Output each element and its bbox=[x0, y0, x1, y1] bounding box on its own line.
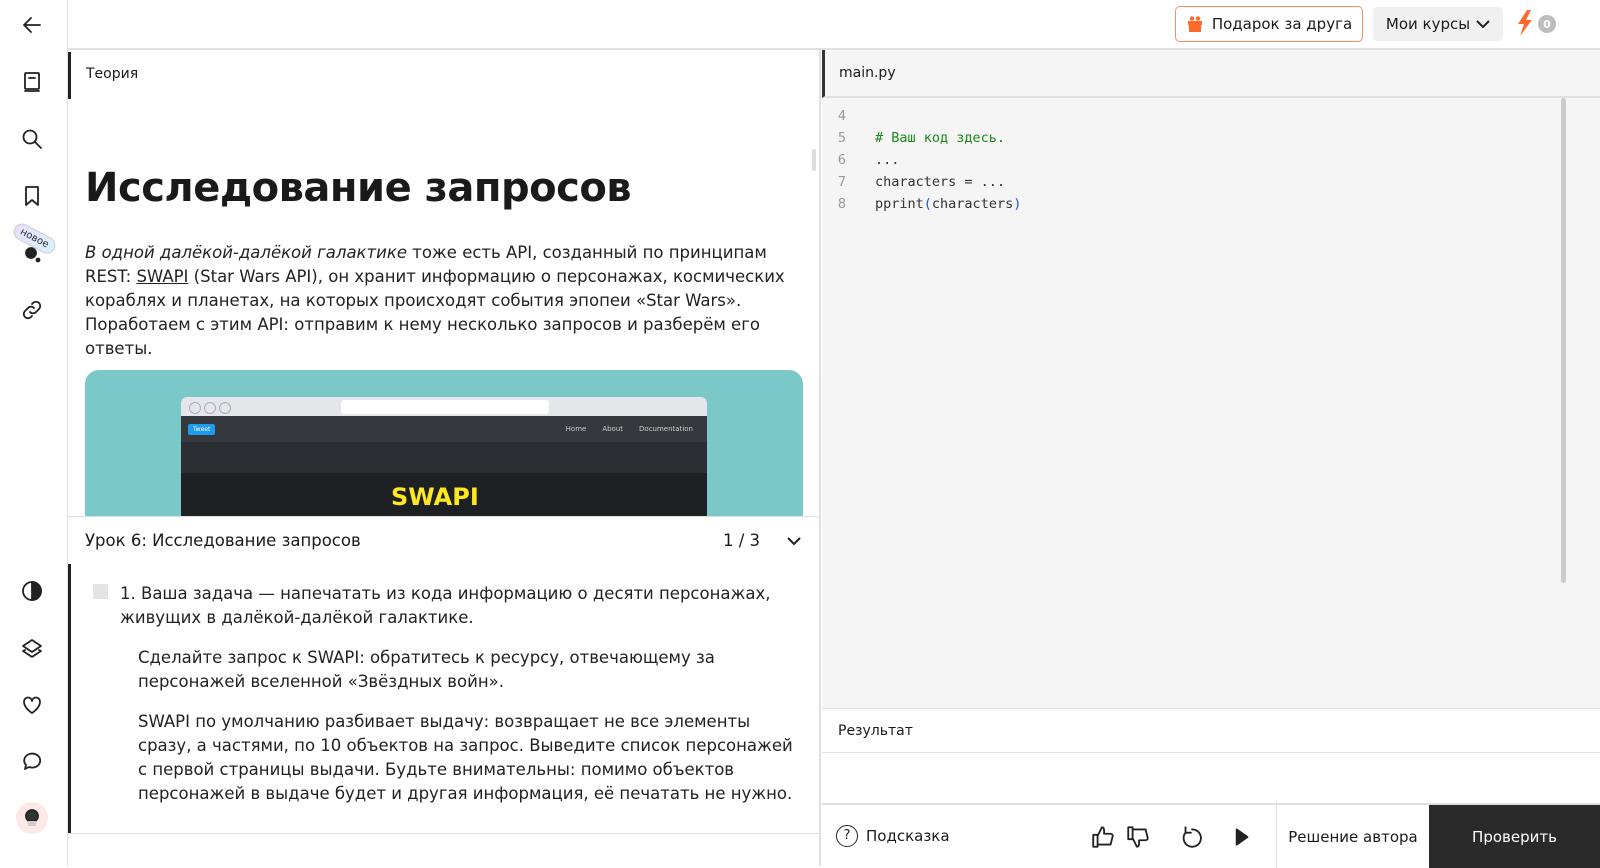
task-item: 1. Ваша задача — напечатать из кода инфо… bbox=[120, 582, 794, 630]
code-line: 6... bbox=[822, 149, 900, 171]
tab-theory[interactable]: Теория bbox=[68, 52, 821, 99]
mock-nav-docs: Documentation bbox=[639, 425, 693, 433]
code-line: 4 bbox=[822, 105, 875, 127]
line-number: 8 bbox=[837, 196, 846, 212]
page-title: Исследование запросов bbox=[85, 165, 632, 211]
code-editor[interactable]: 4 5 # Ваш код здесь. 6... 7 characters = .… bbox=[822, 98, 1600, 708]
gift-for-friend-button[interactable]: Подарок за друга bbox=[1175, 6, 1363, 42]
chat-icon[interactable] bbox=[18, 747, 46, 775]
swapi-link[interactable]: SWAPI bbox=[136, 267, 188, 286]
thumbs-up-icon[interactable] bbox=[1090, 824, 1116, 854]
check-button[interactable]: Проверить bbox=[1429, 805, 1600, 868]
avatar[interactable] bbox=[16, 802, 48, 834]
mock-nav-about: About bbox=[602, 425, 624, 433]
gift-icon bbox=[1187, 16, 1202, 32]
task-description: 1. Ваша задача — напечатать из кода инфо… bbox=[68, 564, 819, 834]
chevron-down-icon[interactable] bbox=[786, 536, 802, 546]
layers-icon[interactable] bbox=[18, 634, 46, 662]
line-number: 4 bbox=[837, 108, 846, 124]
reset-icon[interactable] bbox=[1179, 824, 1205, 854]
task-text-1: Ваша задача — напечатать из кода информа… bbox=[120, 584, 771, 627]
top-bar bbox=[68, 0, 1600, 50]
lesson-page-counter: 1 / 3 bbox=[722, 531, 760, 550]
question-icon: ? bbox=[836, 824, 858, 847]
hint-button[interactable]: ? Подсказка bbox=[836, 824, 950, 847]
chevron-down-icon bbox=[1476, 20, 1490, 29]
theory-content[interactable]: Исследование запросов В одной далёкой-да… bbox=[68, 99, 819, 516]
book-icon[interactable] bbox=[18, 68, 46, 96]
code-line: 7 characters = ... bbox=[822, 171, 1005, 193]
theory-scrollbar[interactable] bbox=[812, 149, 816, 171]
hint-label: Подсказка bbox=[866, 826, 950, 845]
line-number: 7 bbox=[837, 174, 846, 190]
task-checkbox[interactable] bbox=[93, 584, 108, 599]
fn-name: pprint bbox=[875, 196, 924, 212]
search-icon[interactable] bbox=[18, 125, 46, 153]
author-solution-button[interactable]: Решение автора bbox=[1276, 805, 1429, 868]
code-comment: # Ваш код здесь. bbox=[875, 130, 1006, 146]
code-text: ... bbox=[875, 152, 900, 168]
back-arrow-icon[interactable] bbox=[18, 11, 46, 39]
swapi-illustration: Tweet Home About Documentation SWAPI bbox=[85, 370, 803, 516]
lightning-icon bbox=[1518, 10, 1532, 36]
streak-count: 0 bbox=[1538, 15, 1556, 33]
tab-main-py[interactable]: main.py bbox=[822, 50, 1568, 98]
code-text: pprint(characters) bbox=[875, 193, 1021, 215]
theory-panel: Теория Исследование запросов В одной дал… bbox=[68, 50, 821, 866]
editor-panel: main.py 4 5 # Ваш код здесь. 6... 7 charac… bbox=[822, 50, 1600, 868]
paren: ) bbox=[1013, 196, 1022, 212]
sidebar: новое bbox=[0, 0, 68, 866]
task-text-3: SWAPI по умолчанию разбивает выдачу: воз… bbox=[138, 712, 793, 803]
heart-icon[interactable] bbox=[18, 691, 46, 719]
line-number: 6 bbox=[837, 152, 846, 168]
code-line: 8 pprint(characters) bbox=[822, 193, 1021, 215]
courses-label: Мои курсы bbox=[1385, 15, 1471, 33]
thumbs-down-icon[interactable] bbox=[1125, 824, 1151, 854]
action-bar: ? Подсказка Решение автора Проверить bbox=[822, 803, 1600, 868]
result-header: Результат bbox=[822, 708, 1600, 753]
code-line: 5 # Ваш код здесь. bbox=[822, 127, 1005, 149]
mock-nav-home: Home bbox=[565, 425, 587, 433]
lesson-title: Урок 6: Исследование запросов bbox=[85, 531, 361, 550]
paren: ( bbox=[923, 196, 932, 212]
intro-italic: В одной далёкой-далёкой галактике bbox=[85, 243, 407, 262]
browser-mockup: Tweet Home About Documentation SWAPI bbox=[181, 397, 707, 516]
theme-contrast-icon[interactable] bbox=[18, 577, 46, 605]
run-play-icon[interactable] bbox=[1228, 824, 1254, 854]
task-text-2: Сделайте запрос к SWAPI: обратитесь к ре… bbox=[138, 648, 715, 691]
my-courses-dropdown[interactable]: Мои курсы bbox=[1373, 7, 1503, 41]
code-text: characters = ... bbox=[875, 174, 1006, 190]
swapi-logo: SWAPI bbox=[391, 483, 479, 511]
arg: characters bbox=[931, 196, 1014, 212]
editor-scrollbar[interactable] bbox=[1561, 98, 1566, 583]
task-number: 1. bbox=[120, 584, 136, 603]
intro-paragraph: В одной далёкой-далёкой галактике тоже е… bbox=[85, 241, 800, 361]
line-number: 5 bbox=[837, 130, 846, 146]
gift-label: Подарок за друга bbox=[1211, 15, 1353, 33]
link-icon[interactable] bbox=[18, 296, 46, 324]
lesson-bar[interactable]: Урок 6: Исследование запросов 1 / 3 bbox=[68, 516, 819, 564]
bookmark-icon[interactable] bbox=[18, 182, 46, 210]
intro-text-2: (Star Wars API), он хранит информацию о … bbox=[85, 267, 785, 358]
tweet-badge: Tweet bbox=[188, 423, 216, 435]
